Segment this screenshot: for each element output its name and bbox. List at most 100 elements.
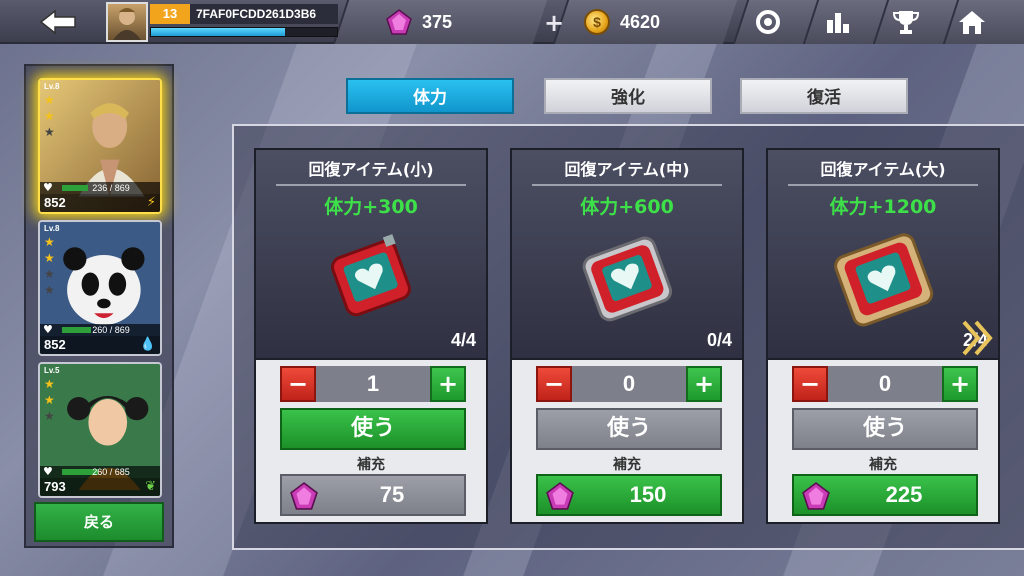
refill-price-button[interactable]: 150 — [536, 474, 722, 516]
divider — [276, 184, 466, 186]
star-rating: ★ ★ ★ — [44, 378, 55, 422]
divider — [532, 184, 722, 186]
item-effect: 体力+1200 — [829, 196, 937, 218]
hp-text: 260 / 869 — [92, 325, 130, 335]
avatar-portrait-icon — [113, 8, 141, 40]
increase-button[interactable]: + — [430, 366, 466, 402]
tab-enhance[interactable]: 強化 — [544, 78, 712, 114]
home-icon — [959, 11, 985, 34]
star-filled-icon: ★ — [44, 377, 55, 391]
character-level: Lv.8 — [44, 224, 60, 233]
gem-counter: 375 — [386, 8, 452, 36]
character-card[interactable]: Lv.8 ★ ★ ★ ★ ♥ 260 / 869 852 💧 — [38, 220, 162, 356]
increase-button[interactable]: + — [942, 366, 978, 402]
item-header: 回復アイテム(中) 体力+600 0/4 — [510, 148, 744, 360]
star-empty-icon: ★ — [44, 283, 55, 297]
refill-price-button[interactable]: 225 — [792, 474, 978, 516]
tab-stamina[interactable]: 体力 — [346, 78, 514, 114]
hp-bar: ♥ 236 / 869 — [40, 182, 160, 194]
coin-icon: $ — [584, 9, 610, 35]
star-rating: ★ ★ ★ — [44, 94, 55, 138]
refill-price-button[interactable]: 75 — [280, 474, 466, 516]
return-button[interactable]: 戻る — [34, 502, 164, 542]
item-stock: 0/4 — [706, 330, 732, 350]
item-controls: − 0 + 使う 補充 150 — [510, 360, 744, 524]
gem-icon — [386, 9, 412, 35]
back-arrow-icon — [39, 9, 76, 35]
hp-text: 260 / 685 — [92, 467, 130, 477]
quantity-stepper: − 0 + — [792, 366, 978, 402]
character-card[interactable]: Lv.8 ★ ★ ★ ♥ 236 / 869 852 ⚡ — [38, 78, 162, 214]
quantity-value: 0 — [572, 366, 686, 402]
character-level: Lv.8 — [44, 82, 60, 91]
use-button[interactable]: 使う — [536, 408, 722, 450]
character-card[interactable]: Lv.5 ★ ★ ★ ♥ 260 / 685 793 ❦ — [38, 362, 162, 498]
refill-label: 補充 — [357, 457, 385, 473]
hp-bar: ♥ 260 / 685 — [40, 466, 160, 478]
item-controls: − 0 + 使う 補充 225 — [766, 360, 1000, 524]
coin-counter: $ 4620 — [584, 8, 660, 36]
trophy-button[interactable] — [890, 6, 922, 38]
item-name: 回復アイテム(中) — [564, 160, 690, 179]
water-element-icon: 💧 — [139, 337, 156, 352]
recovery-kit-medium-icon — [582, 236, 673, 322]
use-button[interactable]: 使う — [792, 408, 978, 450]
hp-bar: ♥ 260 / 869 — [40, 324, 160, 336]
star-filled-icon: ★ — [44, 393, 55, 407]
ranking-bars-icon — [827, 13, 849, 33]
player-level: 13 — [150, 4, 190, 24]
gem-icon — [546, 482, 574, 510]
use-button[interactable]: 使う — [280, 408, 466, 450]
decrease-button[interactable]: − — [280, 366, 316, 402]
hp-text: 236 / 869 — [92, 183, 130, 193]
quantity-value: 0 — [828, 366, 942, 402]
settings-button[interactable] — [752, 6, 784, 38]
ranking-button[interactable] — [822, 6, 854, 38]
refill-label: 補充 — [613, 457, 641, 473]
star-empty-icon: ★ — [44, 409, 55, 423]
item-card-small: 回復アイテム(小) 体力+300 4/4 − 1 + 使う 補充 75 — [254, 148, 488, 524]
player-avatar[interactable] — [106, 2, 148, 42]
item-name: 回復アイテム(大) — [820, 160, 946, 179]
xp-bar-fill — [151, 28, 285, 36]
quantity-stepper: − 1 + — [280, 366, 466, 402]
star-rating: ★ ★ ★ ★ — [44, 236, 55, 296]
refill-price: 75 — [379, 482, 405, 507]
item-effect: 体力+600 — [580, 196, 674, 218]
lightning-element-icon: ⚡ — [146, 195, 156, 210]
back-button[interactable] — [30, 6, 86, 38]
increase-button[interactable]: + — [686, 366, 722, 402]
coin-amount: 4620 — [620, 11, 661, 32]
gem-icon — [802, 482, 830, 510]
next-page-chevron-icon[interactable] — [960, 318, 996, 358]
leaf-element-icon: ❦ — [145, 479, 156, 494]
recovery-kit-small-icon — [331, 234, 411, 317]
item-header: 回復アイテム(小) 体力+300 4/4 — [254, 148, 488, 360]
add-currency-button[interactable]: + — [544, 9, 564, 37]
star-empty-icon: ★ — [44, 267, 55, 281]
refill-price: 225 — [885, 482, 923, 507]
refill-price: 150 — [629, 482, 667, 507]
decrease-button[interactable]: − — [536, 366, 572, 402]
item-card-medium: 回復アイテム(中) 体力+600 0/4 − 0 + 使う 補充 150 — [510, 148, 744, 524]
player-id: 7FAF0FCDD261D3B6 — [190, 4, 338, 24]
divider — [788, 184, 978, 186]
trophy-icon — [892, 11, 920, 34]
character-roster: Lv.8 ★ ★ ★ ♥ 236 / 869 852 ⚡ Lv.8 ★ ★ ★ … — [24, 64, 174, 548]
quantity-stepper: − 0 + — [536, 366, 722, 402]
character-level: Lv.5 — [44, 366, 60, 375]
star-filled-icon: ★ — [44, 251, 55, 265]
heart-icon: ♥ — [43, 465, 53, 478]
gem-icon — [290, 482, 318, 510]
tab-revive[interactable]: 復活 — [740, 78, 908, 114]
xp-bar — [150, 27, 338, 37]
star-empty-icon: ★ — [44, 125, 55, 139]
decrease-button[interactable]: − — [792, 366, 828, 402]
refill-label: 補充 — [869, 457, 897, 473]
item-controls: − 1 + 使う 補充 75 — [254, 360, 488, 524]
star-filled-icon: ★ — [44, 235, 55, 249]
item-effect: 体力+300 — [324, 196, 418, 218]
settings-gear-icon — [756, 10, 780, 34]
home-button[interactable] — [956, 6, 988, 38]
star-filled-icon: ★ — [44, 93, 55, 107]
